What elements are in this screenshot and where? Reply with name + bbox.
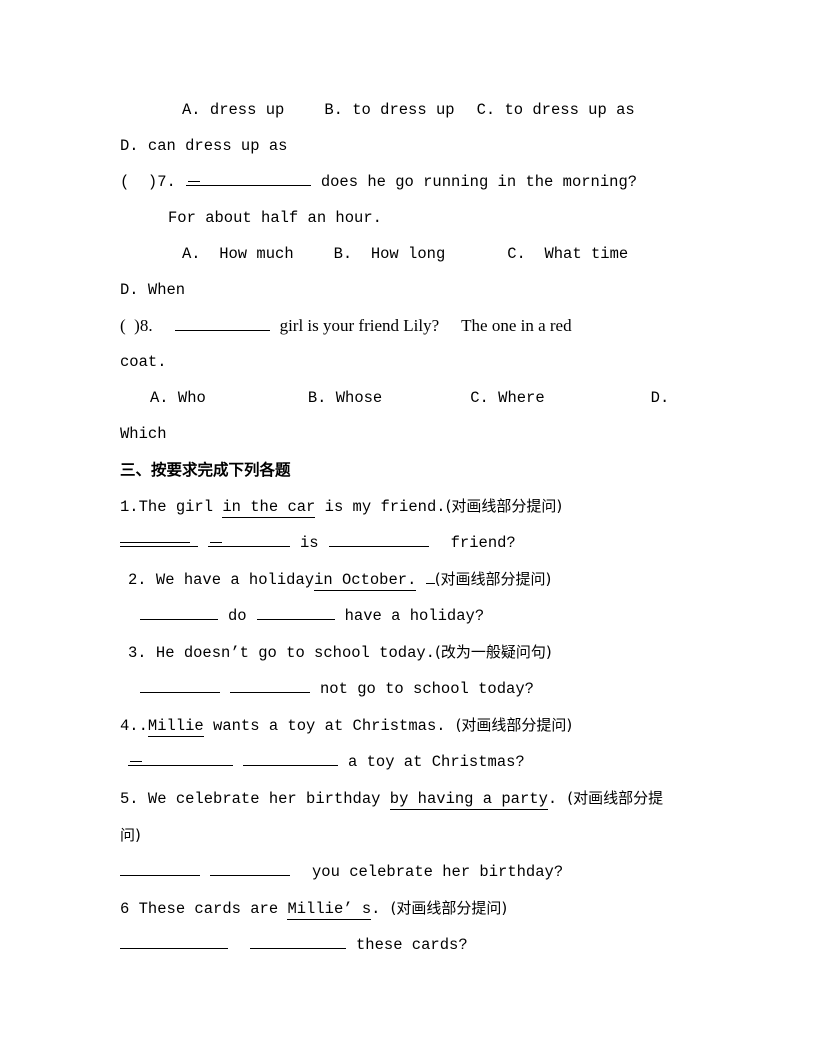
- q7-option-d-row: D. When: [120, 272, 700, 308]
- item-6-post: .: [371, 900, 381, 918]
- item-6-blank-2[interactable]: [250, 933, 346, 949]
- item-5-number: 5.: [120, 790, 139, 808]
- item-1-answer-row: is friend?: [120, 525, 700, 561]
- item-1-pre: The girl: [138, 498, 223, 516]
- item-3-blank-1[interactable]: [140, 677, 220, 693]
- item-6-question-row: 6 These cards are Millie’ s. (对画线部分提问): [120, 890, 700, 927]
- item-2-stray-mark: [425, 568, 435, 584]
- q8-option-d: D.: [650, 389, 670, 407]
- item-5-instruction: (对画线部分提: [567, 789, 664, 807]
- item-2-answer-mid: do: [228, 607, 247, 625]
- document-content: A. dress up B. to dress up C. to dress up …: [120, 92, 700, 963]
- item-3-question-row: 3. He doesn’t go to school today.(改为一般疑问…: [120, 634, 700, 671]
- item-1-post: is my friend.: [315, 498, 446, 516]
- q7-answer-row: For about half an hour.: [120, 200, 700, 236]
- item-4-answer-tail: a toy at Christmas?: [348, 753, 525, 771]
- item-2-answer-row: do have a holiday?: [120, 598, 700, 634]
- item-2-answer-tail: have a holiday?: [344, 607, 485, 625]
- item-5-post: .: [547, 790, 558, 808]
- q7-stem-text: does he go running in the morning?: [320, 173, 638, 191]
- item-1-blank-3[interactable]: [328, 531, 429, 547]
- item-6-number: 6: [120, 900, 130, 918]
- item-5-pre: We celebrate her birthday: [138, 790, 390, 808]
- document-page: A. dress up B. to dress up C. to dress up …: [0, 0, 816, 1056]
- item-5-blank-1[interactable]: [120, 860, 200, 876]
- item-4-underlined-cue: Millie: [147, 717, 204, 737]
- item-6-blank-1[interactable]: [120, 933, 228, 949]
- section-heading: 三、按要求完成下列各题: [120, 452, 700, 488]
- item-6-pre: These cards are: [129, 900, 288, 918]
- item-5-instruction-wrap: 问): [120, 826, 141, 844]
- item-1-underlined-cue: in the car: [222, 498, 316, 518]
- q7-option-b: B. How long: [333, 245, 446, 263]
- q7-option-c: C. What time: [507, 245, 629, 263]
- q8-option-d-wrap-row: Which: [120, 416, 700, 452]
- q6-option-c: C. to dress up as: [476, 101, 635, 119]
- item-5-answer-tail: you celebrate her birthday?: [312, 863, 564, 881]
- q8-stem-tail: The one in a red: [461, 316, 572, 335]
- item-3-instruction: (改为一般疑问句): [434, 643, 552, 661]
- item-6-answer-row: these cards?: [120, 927, 700, 963]
- q7-marker: ( )7.: [120, 173, 176, 191]
- item-2-underlined-cue: in October.: [314, 571, 417, 591]
- item-3-answer-row: not go to school today?: [120, 671, 700, 707]
- q7-option-a: A. How much: [182, 245, 294, 263]
- item-5-instruction-wrap-row: 问): [120, 817, 700, 854]
- item-2-instruction: (对画线部分提问): [434, 570, 552, 588]
- q6-option-d-row: D. can dress up as: [120, 128, 700, 164]
- q7-answer-text: For about half an hour.: [168, 209, 382, 227]
- q6-options-row: A. dress up B. to dress up C. to dress up …: [120, 92, 700, 128]
- q7-answer-blank[interactable]: [185, 170, 311, 186]
- q6-option-d: D. can dress up as: [120, 137, 288, 155]
- item-4-post: wants a toy at Christmas.: [203, 717, 446, 735]
- item-3-blank-2[interactable]: [230, 677, 310, 693]
- item-5-question-row: 5. We celebrate her birthday by having a…: [120, 780, 700, 817]
- q8-stem-row: ( )8. girl is your friend Lily? The one in…: [120, 308, 700, 344]
- q6-option-b: B. to dress up: [324, 101, 455, 119]
- q6-option-a: A. dress up: [182, 101, 285, 119]
- item-2-number: 2.: [128, 571, 147, 589]
- item-4-blank-1[interactable]: [128, 750, 233, 766]
- q8-stem-wrap-row: coat.: [120, 344, 700, 380]
- item-3-number: 3.: [128, 644, 147, 662]
- item-1-blank-2[interactable]: [208, 531, 290, 547]
- q7-options-row: A. How much B. How long C. What time: [120, 236, 700, 272]
- item-2-post: [416, 571, 425, 589]
- q7-option-d: D. When: [120, 281, 186, 299]
- item-1-number: 1.: [120, 498, 139, 516]
- item-6-underlined-cue: Millie’ s: [287, 900, 372, 920]
- item-1-answer-mid: is: [300, 534, 319, 552]
- item-1-question-row: 1.The girl in the car is my friend.(对画线部…: [120, 488, 700, 525]
- q8-option-c: C. Where: [470, 389, 545, 407]
- item-3-pre: He doesn’t go to school today.: [155, 644, 435, 662]
- item-2-blank-1[interactable]: [140, 604, 218, 620]
- item-5-underlined-cue: by having a party: [389, 790, 548, 810]
- item-2-question-row: 2. We have a holidayin October. (对画线部分提问…: [120, 561, 700, 598]
- item-4-answer-row: a toy at Christmas?: [120, 744, 700, 780]
- item-6-answer-tail: these cards?: [356, 936, 468, 954]
- item-5-answer-row: you celebrate her birthday?: [120, 854, 700, 890]
- q8-option-d-wrap: Which: [120, 425, 167, 443]
- item-2-pre: We have a holiday: [155, 571, 315, 589]
- item-3-answer-tail: not go to school today?: [320, 680, 534, 698]
- item-1-blank-1[interactable]: [120, 531, 198, 547]
- q8-stem-text: girl is your friend Lily?: [279, 316, 440, 335]
- q8-options-row: A. Who B. Whose C. Where D.: [120, 380, 700, 416]
- item-4-question-row: 4..Millie wants a toy at Christmas. (对画线部…: [120, 707, 700, 744]
- q7-stem-row: ( )7. does he go running in the morning?: [120, 164, 700, 200]
- item-4-number: 4..: [120, 717, 148, 735]
- item-6-instruction: (对画线部分提问): [390, 899, 508, 917]
- item-4-instruction: (对画线部分提问): [455, 716, 573, 734]
- item-5-blank-2[interactable]: [210, 860, 290, 876]
- q8-answer-blank[interactable]: [174, 313, 270, 331]
- section-heading-text: 三、按要求完成下列各题: [120, 461, 291, 479]
- item-1-instruction: (对画线部分提问): [445, 497, 563, 515]
- item-4-blank-2[interactable]: [243, 750, 338, 766]
- q8-option-b: B. Whose: [307, 389, 383, 407]
- item-1-answer-tail: friend?: [450, 534, 516, 552]
- q8-option-a: A. Who: [150, 389, 206, 407]
- q8-stem-wrap: coat.: [120, 353, 167, 371]
- q8-marker: ( )8.: [120, 316, 153, 335]
- item-2-blank-2[interactable]: [256, 604, 335, 620]
